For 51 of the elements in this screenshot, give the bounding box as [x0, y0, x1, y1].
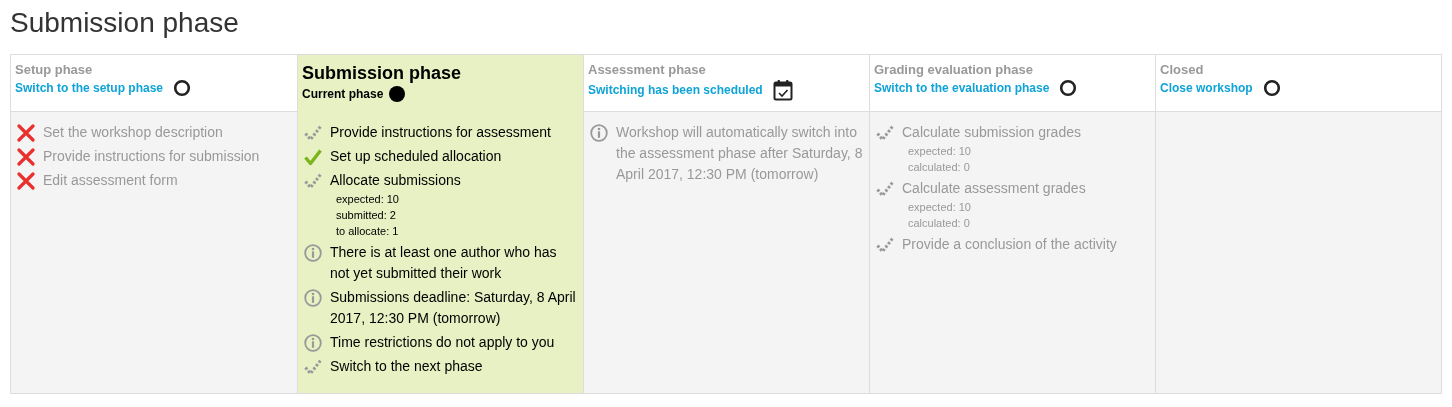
task-text: Submissions deadline: Saturday, 8 April 2017, 12:30 PM (tomorrow)	[330, 288, 577, 328]
cross-icon	[17, 172, 35, 190]
phase-title: Setup phase	[15, 62, 94, 78]
info-icon	[304, 244, 322, 262]
task-text: Provide a conclusion of the activity	[902, 235, 1117, 254]
dashed-check-icon	[304, 124, 322, 142]
circle-icon[interactable]	[1262, 79, 1281, 97]
phase-action-link[interactable]: Switch to the evaluation phase	[874, 81, 1050, 95]
phase-title: Closed	[1160, 62, 1205, 78]
task-text: Set up scheduled allocation	[330, 147, 502, 166]
task-text: Set the workshop description	[43, 123, 223, 142]
phase-title: Assessment phase	[588, 62, 707, 78]
filled-dot-icon	[388, 85, 407, 103]
task-detail: submitted: 2	[336, 208, 397, 223]
task-text: Workshop will automatically switch into the assessment phase after Saturday, 8 April 2017, 12:30 PM (tomorrow)	[616, 123, 863, 184]
task-text: Time restrictions do not apply to you	[330, 333, 555, 352]
task-text: Provide instructions for assessment	[330, 123, 551, 142]
phase-status: Current phase	[302, 87, 384, 101]
task-text: Calculate assessment grades	[902, 179, 1086, 198]
task-text: Provide instructions for submission	[43, 147, 260, 166]
task-detail: expected: 10	[908, 200, 972, 215]
task-text: Edit assessment form	[43, 171, 178, 190]
info-icon	[590, 124, 608, 142]
dashed-check-icon	[304, 358, 322, 376]
phase-action-link[interactable]: Switch to the setup phase	[15, 81, 164, 95]
task-detail: expected: 10	[336, 192, 400, 207]
task-text: There is at least one author who has not yet submitted their work	[330, 243, 558, 283]
phase-action-link[interactable]: Switching has been scheduled	[588, 83, 763, 97]
calendar-icon[interactable]	[772, 79, 793, 101]
dashed-check-icon	[876, 124, 894, 142]
check-icon	[304, 148, 322, 166]
dashed-check-icon	[876, 236, 894, 254]
phase-action-link[interactable]: Close workshop	[1160, 81, 1253, 95]
page-title: Submission phase	[10, 6, 240, 40]
info-icon	[304, 334, 322, 352]
phase-title: Grading evaluation phase	[874, 62, 1034, 78]
task-text: Calculate submission grades	[902, 123, 1081, 142]
circle-icon[interactable]	[1059, 79, 1078, 97]
cross-icon	[17, 148, 35, 166]
task-text: Allocate submissions	[330, 171, 461, 190]
circle-icon[interactable]	[173, 79, 192, 97]
task-detail: calculated: 0	[908, 216, 971, 231]
dashed-check-icon	[876, 180, 894, 198]
phase-title: Submission phase	[302, 62, 463, 84]
info-icon	[304, 289, 322, 307]
cross-icon	[17, 124, 35, 142]
dashed-check-icon	[304, 172, 322, 190]
task-detail: calculated: 0	[908, 160, 971, 175]
task-detail: to allocate: 1	[336, 224, 400, 239]
task-detail: expected: 10	[908, 144, 972, 159]
task-text: Switch to the next phase	[330, 357, 483, 376]
